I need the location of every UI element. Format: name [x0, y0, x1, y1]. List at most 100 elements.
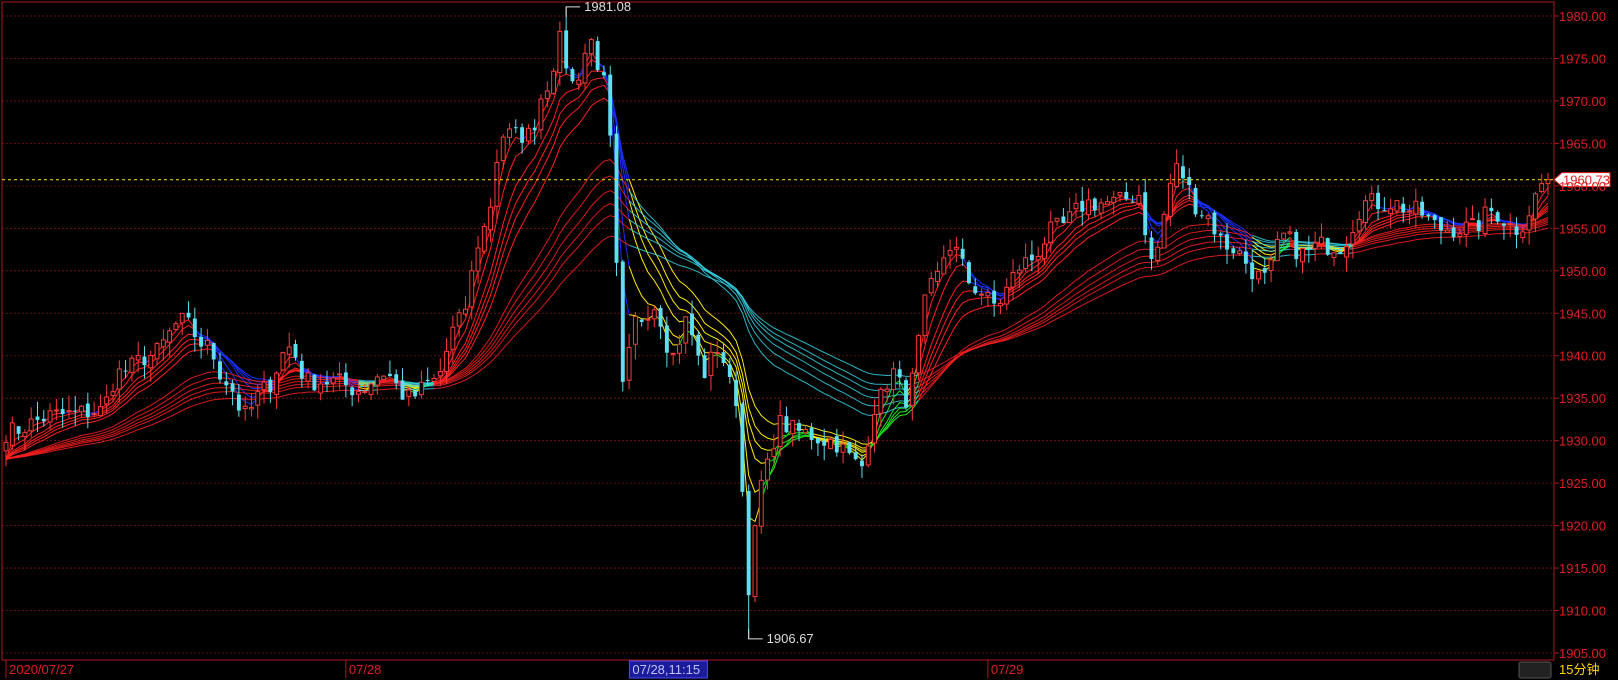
- candle-body-up: [1470, 218, 1475, 221]
- candle-body-down: [973, 286, 978, 294]
- candle-body-up: [337, 373, 343, 376]
- candle-body-up: [9, 422, 15, 446]
- candle-body-down: [570, 69, 575, 82]
- candle-body-up: [1350, 232, 1356, 245]
- candle-body-down: [1092, 198, 1097, 211]
- y-tick-label: 1910.00: [1559, 604, 1606, 619]
- candle-body-down: [513, 127, 518, 129]
- candle-body-down: [35, 416, 40, 420]
- candle-body-up: [1457, 233, 1463, 238]
- candle-body-up: [1256, 270, 1261, 280]
- candle-body-up: [431, 377, 437, 382]
- candle-body-up: [1098, 202, 1104, 214]
- candle-body-down: [325, 381, 329, 385]
- candle-body-up: [582, 52, 588, 84]
- candle-body-up: [28, 418, 34, 432]
- candle-body-down: [815, 438, 820, 444]
- candle-body-down: [1243, 251, 1248, 264]
- candle-body-up: [418, 381, 424, 396]
- candle-body-down: [702, 355, 707, 379]
- candle-body-up: [463, 308, 468, 315]
- ma-ribbon-line: [433, 70, 604, 385]
- candle-body-down: [639, 319, 644, 322]
- y-tick-label: 1970.00: [1559, 94, 1606, 109]
- candle-body-up: [985, 291, 991, 297]
- candle-body-down: [734, 380, 739, 406]
- candle-body-down: [532, 127, 537, 131]
- candle-body-down: [746, 491, 751, 596]
- candle-body-up: [626, 346, 632, 381]
- candle-body-up: [1407, 210, 1412, 213]
- candle-body-up: [544, 90, 550, 100]
- candle-body-down: [595, 41, 600, 71]
- candle-body-up: [670, 352, 676, 355]
- candle-body-down: [1501, 223, 1506, 226]
- candle-body-down: [1382, 210, 1387, 212]
- candle-body-up: [1073, 202, 1079, 210]
- candle-body-up: [1539, 183, 1545, 192]
- candle-body-down: [960, 248, 965, 259]
- ma-ribbon-line: [5, 389, 359, 460]
- candle-body-up: [97, 406, 103, 417]
- candle-body-up: [1520, 231, 1526, 239]
- period-scroll-button[interactable]: [1518, 661, 1552, 679]
- ma-ribbon-line: [1252, 265, 1272, 272]
- ma-ribbon-line: [628, 228, 919, 386]
- candle-body-up: [507, 128, 512, 138]
- candle-body-down: [1489, 207, 1494, 212]
- ma-ribbon-line: [1377, 204, 1398, 210]
- candle-body-down: [1401, 203, 1406, 213]
- candle-body-up: [979, 293, 985, 296]
- candle-body-down: [224, 381, 229, 386]
- candle-body-up: [1016, 269, 1022, 274]
- candle-body-down: [1231, 248, 1236, 254]
- candle-body-down: [343, 372, 348, 386]
- y-tick-label: 1945.00: [1559, 306, 1606, 321]
- candle-body-up: [865, 445, 871, 466]
- candle-body-up: [179, 312, 185, 324]
- candle-body-down: [822, 440, 827, 446]
- candle-body-up: [66, 410, 72, 413]
- candle-body-up: [1042, 243, 1047, 260]
- y-tick-label: 1935.00: [1559, 391, 1606, 406]
- candle-body-up: [3, 441, 9, 452]
- ma-ribbon-line: [402, 383, 435, 386]
- candle-body-down: [199, 336, 204, 347]
- candle-body-up: [1067, 211, 1073, 224]
- candle-body-up: [362, 390, 368, 393]
- candle-body-up: [1086, 199, 1091, 216]
- period-label[interactable]: 15分钟: [1559, 662, 1599, 677]
- candle-body-up: [777, 415, 783, 448]
- candle-body-down: [312, 374, 317, 391]
- candle-body-down: [299, 360, 304, 379]
- candle-body-up: [249, 406, 254, 410]
- candle-body-down: [727, 364, 732, 377]
- ma-ribbon-line: [377, 384, 403, 387]
- candle-body-down: [564, 30, 569, 69]
- ma-ribbon-line: [565, 63, 586, 78]
- candle-body-up: [828, 438, 833, 450]
- ma-ribbon-line: [377, 388, 403, 391]
- candle-body-up: [1205, 215, 1211, 220]
- candle-body-up: [444, 350, 450, 373]
- candle-body-down: [847, 442, 852, 454]
- candle-body-down: [784, 416, 789, 433]
- candle-body-up: [651, 309, 657, 320]
- y-tick-label: 1920.00: [1559, 519, 1606, 534]
- candle-body-down: [992, 290, 997, 304]
- candle-body-down: [1130, 201, 1135, 203]
- candle-body-down: [293, 343, 298, 358]
- y-tick-label: 1955.00: [1559, 221, 1606, 236]
- candle-body-up: [1444, 229, 1450, 233]
- candle-body-up: [1054, 217, 1060, 222]
- candle-body-down: [1080, 200, 1085, 212]
- candle-body-down: [1193, 187, 1198, 215]
- candle-body-down: [620, 261, 625, 382]
- y-tick-label: 1930.00: [1559, 434, 1606, 449]
- candle-body-down: [601, 72, 606, 76]
- candle-body-down: [696, 334, 701, 356]
- candle-body-down: [218, 361, 222, 380]
- ma-ribbon-line: [377, 383, 403, 385]
- candle-body-down: [1514, 226, 1519, 236]
- candle-body-down: [1495, 212, 1500, 222]
